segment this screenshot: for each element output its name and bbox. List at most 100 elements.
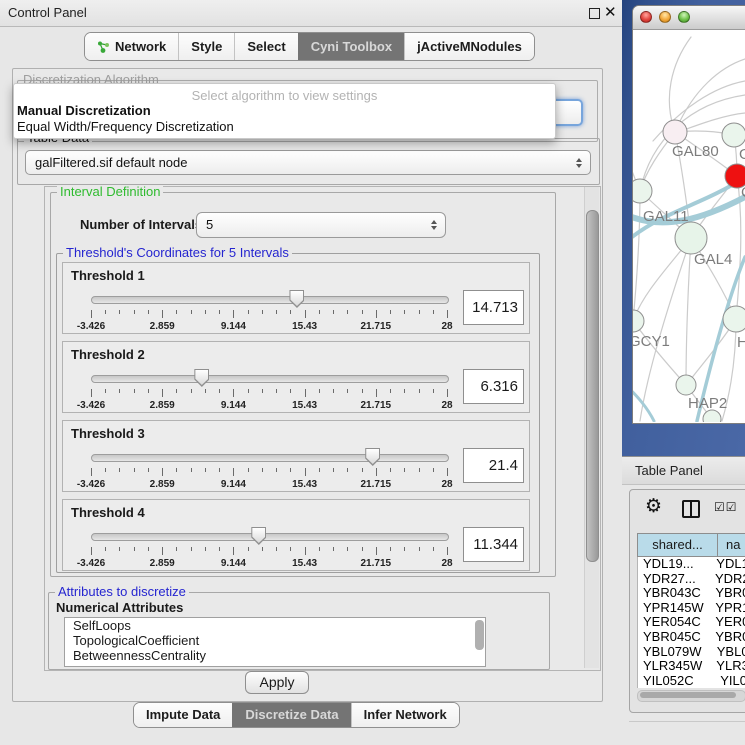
tab-style[interactable]: Style xyxy=(178,33,234,60)
attribute-item-topologicalcoefficient[interactable]: TopologicalCoefficient xyxy=(65,633,485,648)
slider-axis-labels: -3.4262.8599.14415.4321.71528 xyxy=(91,321,447,333)
table-row[interactable]: YBR045CYBR0 xyxy=(638,630,745,645)
network-node[interactable] xyxy=(663,120,687,144)
network-edge[interactable] xyxy=(633,191,640,321)
control-panel-tab-bar: Network StyleSelectCyni ToolboxjActiveMNo… xyxy=(84,32,535,61)
numerical-attributes-list[interactable]: SelfLoopsTopologicalCoefficientBetweenne… xyxy=(64,617,486,667)
network-node[interactable] xyxy=(633,310,644,332)
tab-network[interactable]: Network xyxy=(85,33,178,60)
combobox-spinner-icon xyxy=(431,220,437,230)
tab-select[interactable]: Select xyxy=(234,33,297,60)
table-column-header-1[interactable]: shared... xyxy=(637,533,718,557)
network-window-titlebar[interactable] xyxy=(633,6,745,30)
tab-cyni-toolbox[interactable]: Cyni Toolbox xyxy=(298,33,404,60)
table-data-combobox[interactable]: galFiltered.sif default node xyxy=(25,150,591,175)
axis-tick-label: -3.426 xyxy=(77,321,105,332)
table-row[interactable]: YBR043CYBR0 xyxy=(638,586,745,601)
threshold-1-panel: Threshold 1-3.4262.8599.14415.4321.71528… xyxy=(62,262,530,334)
table-cell: YIL052C xyxy=(638,674,717,688)
tab-label: Impute Data xyxy=(146,704,220,726)
threshold-2-slider[interactable]: -3.4262.8599.14415.4321.71528 xyxy=(91,372,447,410)
thresholds-group-label: Threshold's Coordinates for 5 Intervals xyxy=(63,246,292,260)
tab-jactivemnodules[interactable]: jActiveMNodules xyxy=(404,33,534,60)
axis-tick-label: 9.144 xyxy=(221,321,246,332)
network-node[interactable] xyxy=(633,179,652,203)
split-columns-icon[interactable] xyxy=(682,500,700,518)
axis-tick-label: 9.144 xyxy=(221,400,246,411)
table-row[interactable]: YER054CYER0 xyxy=(638,615,745,630)
threshold-label: Threshold 4 xyxy=(71,505,145,520)
checkboxes-icon[interactable]: ☑☑ xyxy=(714,500,738,514)
network-edge-highlighted[interactable] xyxy=(633,387,654,421)
axis-tick-label: 15.43 xyxy=(292,479,317,490)
table-row[interactable]: YBL079WYBL0 xyxy=(638,645,745,660)
slider-thumb-icon[interactable] xyxy=(194,369,209,387)
algorithm-option-equal-width-frequency-discretization[interactable]: Equal Width/Frequency Discretization xyxy=(14,119,555,135)
slider-track xyxy=(91,533,449,541)
slider-thumb-icon[interactable] xyxy=(365,448,380,466)
table-row[interactable]: YDR27...YDR2 xyxy=(638,572,745,587)
tab-infer-network[interactable]: Infer Network xyxy=(351,703,459,727)
slider-thumb-icon[interactable] xyxy=(251,527,266,545)
table-column-header-2[interactable]: na xyxy=(718,533,745,557)
axis-tick-label: 28 xyxy=(441,558,452,569)
table-row[interactable]: YIL052CYIL0 xyxy=(638,674,745,688)
table-cell: YIL0 xyxy=(717,674,745,688)
network-node-label: GAL4 xyxy=(694,251,732,268)
network-node[interactable] xyxy=(676,375,696,395)
gear-icon[interactable]: ⚙ xyxy=(645,495,662,517)
list-scrollbar[interactable] xyxy=(475,620,484,650)
table-row[interactable]: YLR345WYLR3 xyxy=(638,659,745,674)
threshold-3-value-field[interactable]: 21.4 xyxy=(463,448,524,483)
table-row[interactable]: YPR145WYPR1 xyxy=(638,601,745,616)
attribute-item-betweennesscentrality[interactable]: BetweennessCentrality xyxy=(65,648,485,663)
threshold-label: Threshold 2 xyxy=(71,347,145,362)
threshold-1-value-field[interactable]: 14.713 xyxy=(463,290,524,325)
algorithm-placeholder-option[interactable]: Select algorithm to view settings xyxy=(14,84,555,103)
tab-discretize-data[interactable]: Discretize Data xyxy=(232,703,350,727)
number-of-intervals-combobox[interactable]: 5 xyxy=(196,212,446,238)
tab-impute-data[interactable]: Impute Data xyxy=(134,703,232,727)
threshold-4-slider[interactable]: -3.4262.8599.14415.4321.71528 xyxy=(91,530,447,568)
algorithm-option-manual-discretization[interactable]: Manual Discretization xyxy=(14,103,555,119)
axis-tick-label: 28 xyxy=(441,479,452,490)
threshold-4-panel: Threshold 4 -3.4262.8599.14415.4321.71528… xyxy=(62,499,530,571)
slider-axis-labels: -3.4262.8599.14415.4321.71528 xyxy=(91,400,447,412)
threshold-2-value-field[interactable]: 6.316 xyxy=(463,369,524,404)
slider-axis-labels: -3.4262.8599.14415.4321.71528 xyxy=(91,558,447,570)
network-node[interactable] xyxy=(722,123,745,147)
threshold-1-slider[interactable]: -3.4262.8599.14415.4321.71528 xyxy=(91,293,447,331)
close-icon[interactable]: ✕ xyxy=(604,3,617,21)
threshold-3-slider[interactable]: -3.4262.8599.14415.4321.71528 xyxy=(91,451,447,489)
algorithm-dropdown-popup: Select algorithm to view settings Manual… xyxy=(13,83,556,139)
network-node[interactable] xyxy=(723,306,745,332)
float-icon[interactable] xyxy=(589,8,600,19)
table-row[interactable]: YDL19...YDL1 xyxy=(638,557,745,572)
table-cell: YBL0 xyxy=(714,645,745,660)
table-cell: YDL19... xyxy=(638,557,713,572)
network-edge[interactable] xyxy=(633,321,686,385)
zoom-traffic-light-icon[interactable] xyxy=(678,11,690,23)
table-hscrollbar-thumb[interactable] xyxy=(640,692,736,698)
axis-tick-label: 21.715 xyxy=(361,479,392,490)
network-window: GAL80GAL11GAL4GCY1HAP2GCH xyxy=(632,5,745,424)
network-canvas[interactable]: GAL80GAL11GAL4GCY1HAP2GCH xyxy=(633,29,745,422)
axis-tick-label: -3.426 xyxy=(77,558,105,569)
apply-button[interactable]: Apply xyxy=(245,671,309,694)
table-hscrollbar-track[interactable] xyxy=(637,690,745,702)
network-node-label: G xyxy=(739,146,745,163)
tab-label: Network xyxy=(115,34,166,59)
number-of-intervals-value: 5 xyxy=(206,213,213,236)
network-edge[interactable] xyxy=(686,238,691,385)
threshold-4-value-field[interactable]: 11.344 xyxy=(463,527,524,562)
network-node[interactable] xyxy=(675,222,707,254)
interval-definition-group-label: Interval Definition xyxy=(57,185,163,199)
axis-tick-label: 9.144 xyxy=(221,558,246,569)
attribute-item-selfloops[interactable]: SelfLoops xyxy=(65,618,485,633)
slider-thumb-icon[interactable] xyxy=(289,290,304,308)
settings-scrollbar-thumb[interactable] xyxy=(586,210,599,562)
control-panel-titlebar: Control Panel ✕ xyxy=(0,0,622,27)
minimize-traffic-light-icon[interactable] xyxy=(659,11,671,23)
close-traffic-light-icon[interactable] xyxy=(640,11,652,23)
cyni-mode-tab-bar: Impute Data Discretize DataInfer Network xyxy=(133,702,460,728)
